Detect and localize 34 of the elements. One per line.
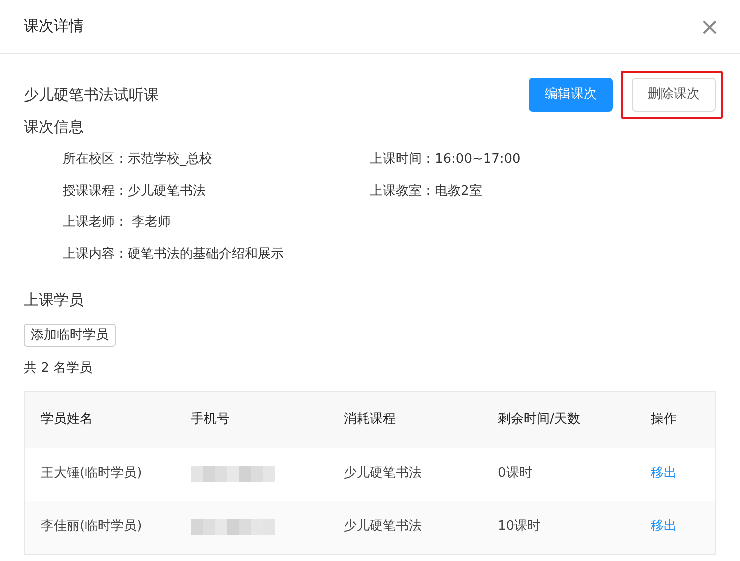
field-label: 上课内容： — [63, 246, 128, 262]
table-cell: 少儿硬笔书法 — [328, 500, 482, 554]
field-value: 示范学校_总校 — [128, 152, 212, 167]
field-value: 电教2室 — [435, 184, 482, 198]
close-button[interactable]: × — [700, 14, 720, 38]
column-header: 手机号 — [175, 392, 328, 448]
field-label: 上课时间： — [370, 152, 435, 167]
field-label: 所在校区： — [63, 152, 128, 167]
column-header: 操作 — [635, 392, 715, 448]
table-cell: 少儿硬笔书法 — [328, 448, 482, 500]
column-header: 剩余时间/天数 — [482, 392, 635, 448]
delete-button[interactable]: 删除课次 — [632, 78, 716, 112]
field-value: 硬笔书法的基础介绍和展示 — [128, 246, 284, 262]
table-cell: 0课时 — [482, 448, 635, 500]
dialog-title: 课次详情 — [24, 16, 84, 38]
section-heading: 课次信息 — [24, 116, 85, 138]
table-cell: 李佳丽(临时学员) — [25, 500, 175, 554]
edit-button[interactable]: 编辑课次 — [529, 78, 613, 112]
lesson-name: 少儿硬笔书法试听课 — [24, 84, 159, 106]
column-header: 学员姓名 — [25, 392, 175, 448]
field-value: 李老师 — [131, 215, 172, 230]
column-header: 消耗课程 — [328, 392, 482, 448]
remove-link[interactable]: 移出 — [651, 466, 677, 482]
section-heading: 上课学员 — [24, 290, 85, 311]
field-label: 授课课程： — [63, 184, 128, 198]
table-cell: 王大锤(临时学员) — [25, 448, 175, 500]
field-value: 16:00~17:00 — [435, 152, 521, 167]
field-label: 上课老师： — [63, 215, 128, 230]
student-count: 共 2 名学员 — [24, 360, 94, 378]
remove-link[interactable]: 移出 — [651, 519, 677, 534]
field-value: 少儿硬笔书法 — [128, 184, 206, 198]
field-label: 上课教室： — [370, 184, 435, 198]
add-student-button[interactable]: 添加临时学员 — [24, 324, 116, 347]
table-cell: 10课时 — [482, 500, 635, 554]
